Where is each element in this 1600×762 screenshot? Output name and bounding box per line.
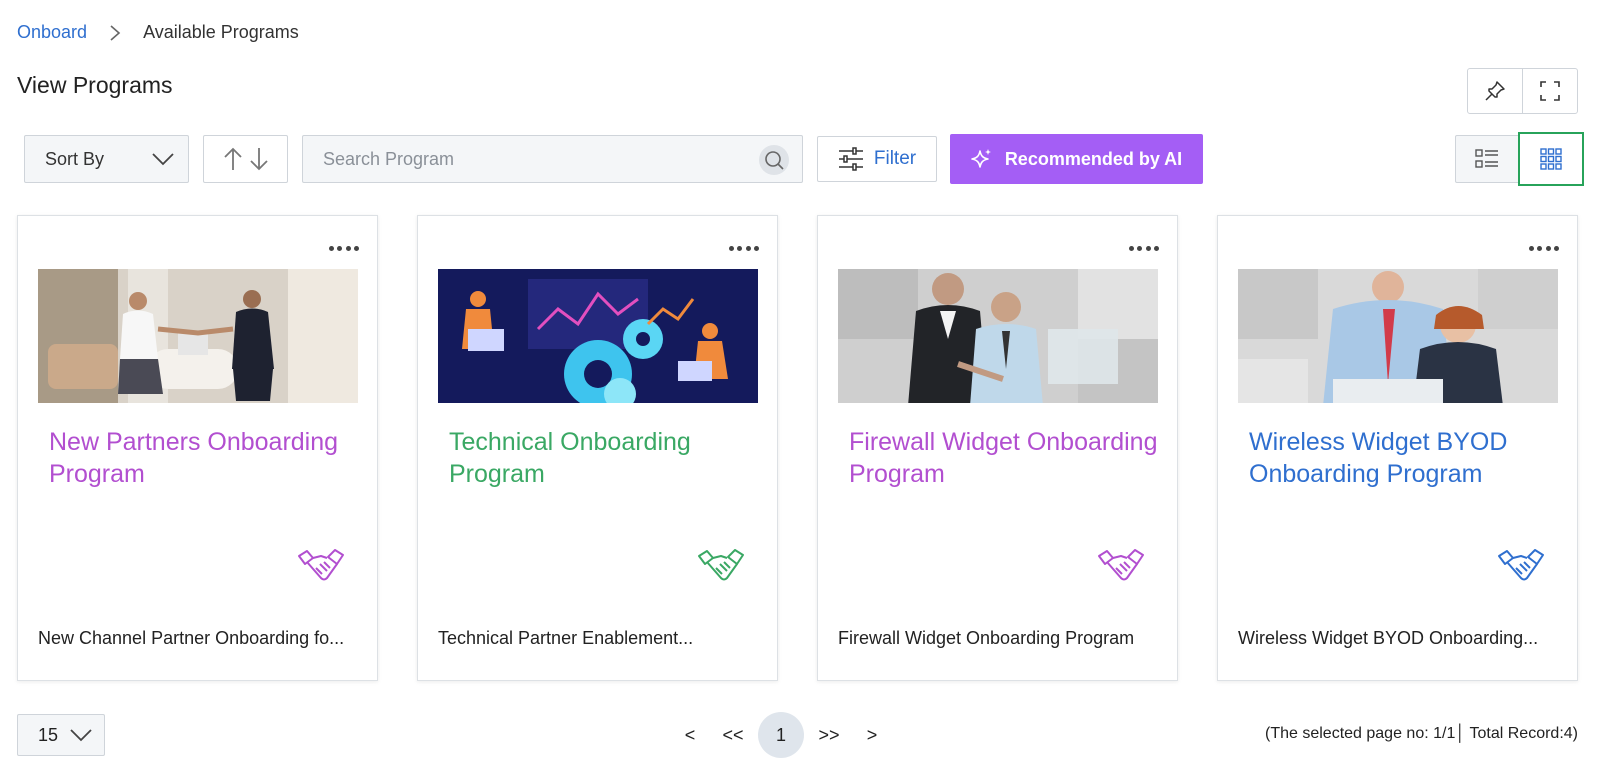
handshake-icon	[1098, 549, 1144, 581]
program-description: Firewall Widget Onboarding Program	[838, 628, 1135, 648]
page-size-dropdown[interactable]: 15	[17, 714, 105, 756]
list-view-button[interactable]	[1456, 136, 1518, 182]
breadcrumb-current: Available Programs	[143, 22, 299, 42]
pagination: < << 1 >> >	[680, 712, 882, 758]
page-info: (The selected page no: 1/1│ Total Record…	[1265, 725, 1578, 742]
search-box	[302, 135, 803, 183]
sliders-icon	[838, 147, 863, 171]
program-description: New Channel Partner Onboarding fo...	[38, 628, 345, 648]
grid-view-icon	[1540, 148, 1562, 170]
current-page-button[interactable]: 1	[758, 712, 804, 758]
chevron-down-icon	[70, 729, 92, 742]
fullscreen-icon	[1540, 81, 1560, 101]
handshake-icon	[698, 549, 744, 581]
page-title: View Programs	[17, 72, 173, 98]
sparkle-icon	[971, 149, 991, 168]
card-menu-button[interactable]	[1529, 242, 1559, 254]
program-title[interactable]: Firewall Widget Onboarding Program	[849, 426, 1159, 490]
page-actions	[1467, 68, 1578, 114]
view-toggle	[1455, 132, 1584, 186]
program-description: Technical Partner Enablement...	[438, 628, 694, 648]
sort-direction-toggle[interactable]	[203, 135, 288, 183]
ai-label: Recommended by AI	[1004, 148, 1183, 169]
program-thumbnail	[838, 269, 1158, 403]
toolbar: Sort By Filter Recommended by AI	[0, 132, 1600, 186]
pin-icon	[1485, 81, 1505, 101]
program-thumbnail	[438, 269, 758, 403]
search-icon	[765, 151, 784, 170]
search-button[interactable]	[759, 145, 789, 175]
next-page-button[interactable]: >	[862, 725, 882, 746]
page-size-value: 15	[38, 724, 59, 745]
recommended-by-ai-button[interactable]: Recommended by AI	[950, 134, 1203, 184]
program-description: Wireless Widget BYOD Onboarding...	[1238, 628, 1539, 648]
program-card[interactable]: New Partners Onboarding Program New Chan…	[17, 215, 378, 681]
sort-by-dropdown[interactable]: Sort By	[24, 135, 189, 183]
program-title[interactable]: New Partners Onboarding Program	[49, 426, 359, 490]
chevron-right-icon	[109, 24, 121, 42]
breadcrumb-onboard-link[interactable]: Onboard	[17, 22, 87, 43]
sort-by-label: Sort By	[45, 148, 105, 169]
program-thumbnail	[38, 269, 358, 403]
card-menu-button[interactable]	[729, 242, 759, 254]
list-view-icon	[1475, 149, 1498, 168]
program-thumbnail	[1238, 269, 1558, 403]
first-page-button[interactable]: <<	[718, 725, 748, 746]
card-menu-button[interactable]	[329, 242, 359, 254]
arrow-down-icon	[249, 148, 268, 171]
chevron-down-icon	[152, 153, 174, 166]
grid-view-button[interactable]	[1518, 132, 1584, 186]
program-title[interactable]: Wireless Widget BYOD Onboarding Program	[1249, 426, 1559, 490]
fullscreen-button[interactable]	[1522, 69, 1577, 113]
program-title[interactable]: Technical Onboarding Program	[449, 426, 759, 490]
program-card[interactable]: Firewall Widget Onboarding Program Firew…	[817, 215, 1178, 681]
filter-button[interactable]: Filter	[817, 136, 937, 182]
last-page-button[interactable]: >>	[814, 725, 844, 746]
card-menu-button[interactable]	[1129, 242, 1159, 254]
program-card[interactable]: Wireless Widget BYOD Onboarding Program …	[1217, 215, 1578, 681]
arrow-up-icon	[223, 147, 242, 170]
search-input[interactable]	[303, 136, 802, 182]
prev-page-button[interactable]: <	[680, 725, 700, 746]
program-card[interactable]: Technical Onboarding Program Technical P…	[417, 215, 778, 681]
filter-label: Filter	[873, 148, 917, 169]
handshake-icon	[1498, 549, 1544, 581]
handshake-icon	[298, 549, 344, 581]
breadcrumb: Onboard Available Programs	[17, 22, 299, 43]
pin-button[interactable]	[1468, 69, 1522, 113]
